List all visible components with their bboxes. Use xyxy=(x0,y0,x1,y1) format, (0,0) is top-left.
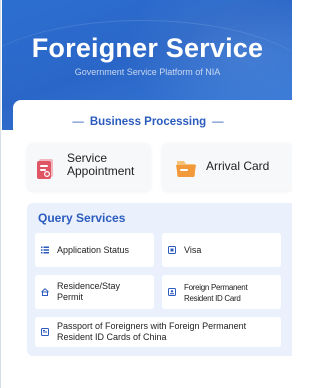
visa-label: Visa xyxy=(184,245,202,255)
residence-permit-line1: Residence/Stay xyxy=(57,281,121,291)
residence-permit-line2: Permit xyxy=(57,292,84,302)
permanent-resident-id-line2: Resident ID Card xyxy=(184,294,241,303)
page-subtitle: Government Service Platform of NIA xyxy=(74,67,221,77)
business-heading: — Business Processing — xyxy=(13,116,283,128)
application-status-label: Application Status xyxy=(57,245,130,255)
business-heading-label: Business Processing xyxy=(89,116,207,128)
residence-permit-label: Residence/Stay Permit xyxy=(57,281,120,303)
passport-foreigners-line2: Resident ID Cards of China xyxy=(57,332,167,342)
calendar-icon xyxy=(37,159,53,179)
query-services-panel: Query Services Application Status Visa R… xyxy=(27,203,292,356)
id-card-icon xyxy=(168,288,176,296)
query-services-heading: Query Services xyxy=(38,211,126,225)
residence-icon xyxy=(41,288,49,296)
arrival-card-button[interactable]: Arrival Card xyxy=(162,143,292,191)
app-frame: Foreigner Service Government Service Pla… xyxy=(0,0,292,388)
permanent-resident-id-line1: Foreign Permanent xyxy=(184,283,248,292)
application-status-button[interactable]: Application Status xyxy=(35,233,154,267)
permanent-resident-id-button[interactable]: Foreign Permanent Resident ID Card xyxy=(162,275,281,309)
passport-foreigners-line1: Passport of Foreigners with Foreign Perm… xyxy=(57,321,247,331)
passport-icon xyxy=(41,328,49,336)
residence-permit-button[interactable]: Residence/Stay Permit xyxy=(35,275,154,309)
arrival-card-label: Arrival Card xyxy=(206,159,270,173)
permanent-resident-id-label: Foreign Permanent Resident ID Card xyxy=(184,282,248,304)
visa-icon xyxy=(168,246,176,254)
service-appointment-button[interactable]: Service Appointment xyxy=(27,143,151,191)
service-appointment-label: Service Appointment xyxy=(67,152,134,178)
list-icon xyxy=(41,246,49,254)
service-appointment-line2: Appointment xyxy=(67,164,135,178)
passport-foreigners-button[interactable]: Passport of Foreigners with Foreign Perm… xyxy=(35,317,281,347)
page-title: Foreigner Service xyxy=(31,33,264,63)
heading-dash-right: — xyxy=(212,116,224,128)
visa-button[interactable]: Visa xyxy=(162,233,281,267)
heading-dash-left: — xyxy=(72,116,84,128)
passport-foreigners-label: Passport of Foreigners with Foreign Perm… xyxy=(57,321,246,343)
card-folder-icon xyxy=(176,161,196,177)
